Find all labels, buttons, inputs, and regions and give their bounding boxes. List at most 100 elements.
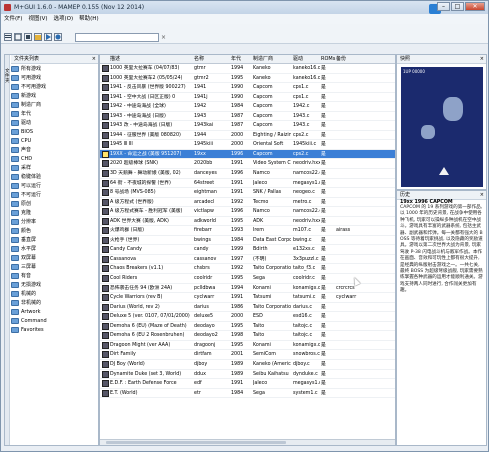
game-row[interactable]: Darius (World, rev 2) darius 1986 Taito Cor… xyxy=(100,303,395,313)
game-row[interactable]: 1943 改 - 中途岛海战 (日版) 1943kai 1987 Capcom 1943… xyxy=(100,121,395,131)
folder-item[interactable]: 制造厂商 xyxy=(11,100,98,109)
play-icon[interactable] xyxy=(44,33,52,41)
folder-icon[interactable] xyxy=(34,33,42,41)
folder-item[interactable]: 所有游戏 xyxy=(11,64,98,73)
game-row[interactable]: 64 街 - 不夜城的探警 (世界) 64street 1991 Jaleco mega… xyxy=(100,179,395,189)
game-cell: Taito xyxy=(253,333,265,339)
game-row[interactable]: Deluxe 5 (ver. 0107, 07/01/2000) deluxe5 2… xyxy=(100,312,395,322)
game-row[interactable]: E.T. (World) etr 1984 Sega system1.c 是 xyxy=(100,389,395,399)
game-row[interactable]: 1942 - 中途岛海战 (全球) 1942 1984 Capcom 1942.c 是 xyxy=(100,102,395,112)
game-icon xyxy=(102,122,109,130)
column-header[interactable]: ROMs xyxy=(321,55,335,64)
game-row[interactable]: 1945 Ⅲ III 1945kiii 2000 Oriental Soft 1945k… xyxy=(100,140,395,150)
column-header[interactable]: 描述 xyxy=(110,55,120,64)
folder-item[interactable]: 年代 xyxy=(11,109,98,118)
folder-item[interactable]: 无损游戏 xyxy=(11,280,98,289)
column-header[interactable]: 制造厂商 xyxy=(253,55,273,64)
game-row[interactable]: Dynamite Duke (set 3, World) ddux 1989 Seib… xyxy=(100,370,395,380)
folder-item[interactable]: 可以运行 xyxy=(11,181,98,190)
folder-item[interactable]: 机械的 xyxy=(11,289,98,298)
game-cell: cps2.c xyxy=(293,151,309,157)
folder-item[interactable]: 不可运行 xyxy=(11,190,98,199)
folder-item[interactable]: CHD xyxy=(11,154,98,163)
game-row[interactable]: 恐怖袭击任务 94 (欧洲 24A) pclldbwa 1994 Konami kona… xyxy=(100,284,395,294)
game-row[interactable]: 1944 - 征服世界 (美版 080820) 1944 2000 Eighting … xyxy=(100,131,395,141)
menu-options[interactable]: 选项(O) xyxy=(54,14,74,24)
folder-item[interactable]: 新游戏 xyxy=(11,91,98,100)
game-row[interactable]: Dirt Family dirtfam 2001 SemiCom snowbros.c 是 xyxy=(100,350,395,360)
folder-item[interactable]: 颜色 xyxy=(11,226,98,235)
close-button[interactable]: ✕ xyxy=(465,2,485,11)
folder-item[interactable]: 稳键体验 xyxy=(11,172,98,181)
folder-item[interactable]: 垂直屏 xyxy=(11,235,98,244)
game-row[interactable]: 火枪手 (世界) bwings 1984 Data East Corporationb… xyxy=(100,236,395,246)
folder-item[interactable]: 原创 xyxy=(11,199,98,208)
game-row[interactable]: ADK 世界大赛 (美版, ADK) adkworld 1995 ADK neodriv… xyxy=(100,217,395,227)
game-row[interactable]: Cassanova cassanov 1997 (不明) 3x3puzzl.c 是 xyxy=(100,255,395,265)
menu-view[interactable]: 视图(V) xyxy=(28,14,47,24)
folder-item[interactable]: BIOS xyxy=(11,127,98,136)
game-cell: cassanov xyxy=(194,256,217,262)
column-header[interactable]: 驱动 xyxy=(293,55,303,64)
folder-item[interactable]: 双屏幕 xyxy=(11,253,98,262)
menu-file[interactable]: 文件(F) xyxy=(4,14,22,24)
list-view-icon[interactable] xyxy=(4,33,12,41)
folder-item[interactable]: Artwork xyxy=(11,307,98,316)
clear-search-icon[interactable]: × xyxy=(161,34,168,41)
game-row[interactable]: E.D.F. : Earth Defense Force edf 1991 Jalec… xyxy=(100,379,395,389)
game-row[interactable]: Demoha 6 (EU 2 Rosenbruhen) deodayo2 1998 T… xyxy=(100,331,395,341)
folder-item[interactable]: Favorites xyxy=(11,325,98,334)
folder-item[interactable]: 声音 xyxy=(11,145,98,154)
game-icon xyxy=(102,351,109,359)
game-row[interactable]: DJ Boy (World) djboy 1989 Kaneko (American … xyxy=(100,360,395,370)
game-row[interactable]: 1000 英里大拉赛车2 (05/05/24) gtmr2 1995 Kaneko ka… xyxy=(100,74,395,84)
folder-item[interactable]: 采样 xyxy=(11,163,98,172)
game-row[interactable]: Chaos Breakers (v1.1) chsbrs 1992 Taito Cor… xyxy=(100,264,395,275)
column-header[interactable]: 备份 xyxy=(336,55,346,64)
game-row[interactable]: 火爆鸡群 (日版) firebarr 1993 Irem m107.c 是 airass xyxy=(100,226,395,236)
folder-item[interactable]: Command xyxy=(11,316,98,325)
folder-label: 机械的 xyxy=(21,291,37,297)
game-row[interactable]: Candy Candy candy 1999 Bdirth e132xs.c 是 xyxy=(100,245,395,255)
horizontal-scrollbar[interactable] xyxy=(100,439,395,445)
game-cell: cyclwarr xyxy=(194,295,215,301)
folder-item[interactable]: 克隆 xyxy=(11,208,98,217)
grouped-view-icon[interactable] xyxy=(24,33,32,41)
menu-help[interactable]: 帮助(H) xyxy=(79,14,98,24)
game-row[interactable]: 1943 - 中途岛海战 (日版) 1943 1987 Capcom 1943.c 是 xyxy=(100,112,395,122)
folder-label: 年代 xyxy=(21,111,32,117)
folder-item[interactable]: 非机械的 xyxy=(11,298,98,307)
folder-item[interactable]: 分辨率 xyxy=(11,217,98,226)
folder-item[interactable]: 水平屏 xyxy=(11,244,98,253)
folder-item[interactable]: 可用游戏 xyxy=(11,73,98,82)
game-row[interactable]: A 级方程式 (世界版) arcadecl 1992 Tecmo metro.c 是 xyxy=(100,198,395,208)
game-cell: 1944 xyxy=(194,132,207,138)
game-row[interactable]: 19XX - 命运之战 (美版 951207) 19xx 1996 Capcom cps… xyxy=(100,149,395,160)
game-row[interactable]: 1941 - 空中大战 (日区正版) 0 1941j 1990 Capcom cps1.… xyxy=(100,93,395,103)
game-row[interactable]: 8 号战场 (MVS-085) eightman 1991 SNK / Pallas n… xyxy=(100,188,395,198)
folder-item[interactable]: 有音 xyxy=(11,271,98,280)
folder-tab[interactable]: 文件夹 xyxy=(5,55,10,445)
game-row[interactable]: 1000 英里大拉赛车 (04/07/83) gtmr 1994 Kaneko kane… xyxy=(100,64,395,74)
game-row[interactable]: 1941 - 反击风暴 (世界版 900227) 1941 1990 Capcom cp… xyxy=(100,83,395,93)
game-row[interactable]: Cycle Warriors (rev B) cyclwarr 1991 Tatsum… xyxy=(100,293,395,303)
column-header[interactable]: 年代 xyxy=(231,55,241,64)
game-row[interactable]: A 级方程式赛车 - 胜利冠军 (美版) victlapw 1996 Namco nam… xyxy=(100,207,395,217)
folder-item[interactable]: CPU xyxy=(11,136,98,145)
search-input[interactable] xyxy=(75,33,159,42)
game-row[interactable]: Dragoon Might (ver AAA) dragoonj 1995 Konam… xyxy=(100,341,395,351)
folder-item[interactable]: 不可用游戏 xyxy=(11,82,98,91)
game-row[interactable]: Demoha 6 (EU) (Maze of Death) deodayo 1995… xyxy=(100,322,395,332)
minimize-button[interactable]: – xyxy=(437,2,450,11)
column-header[interactable]: 名称 xyxy=(194,55,204,64)
game-row[interactable]: 3D 天鹅舞 - 舞动新娘 (美版, 02) danceyes 1996 Namco n… xyxy=(100,169,395,179)
maximize-button[interactable]: □ xyxy=(451,2,464,11)
details-view-icon[interactable] xyxy=(14,33,22,41)
scrollbar-thumb[interactable] xyxy=(106,441,286,444)
help-icon[interactable] xyxy=(54,33,62,41)
folder-item[interactable]: 三屏幕 xyxy=(11,262,98,271)
folder-icon xyxy=(11,209,19,216)
folder-item[interactable]: 驱动 xyxy=(11,118,98,127)
folder-pane: 文件夹 文件夹列表 × 所有游戏 可用游戏 不可用游戏 新游戏 制造厂商 年代 驱动 BIOS C… xyxy=(4,54,99,446)
game-row[interactable]: 2020 超级棒球 (SNK) 2020bb 1991 Video System Co… xyxy=(100,159,395,170)
